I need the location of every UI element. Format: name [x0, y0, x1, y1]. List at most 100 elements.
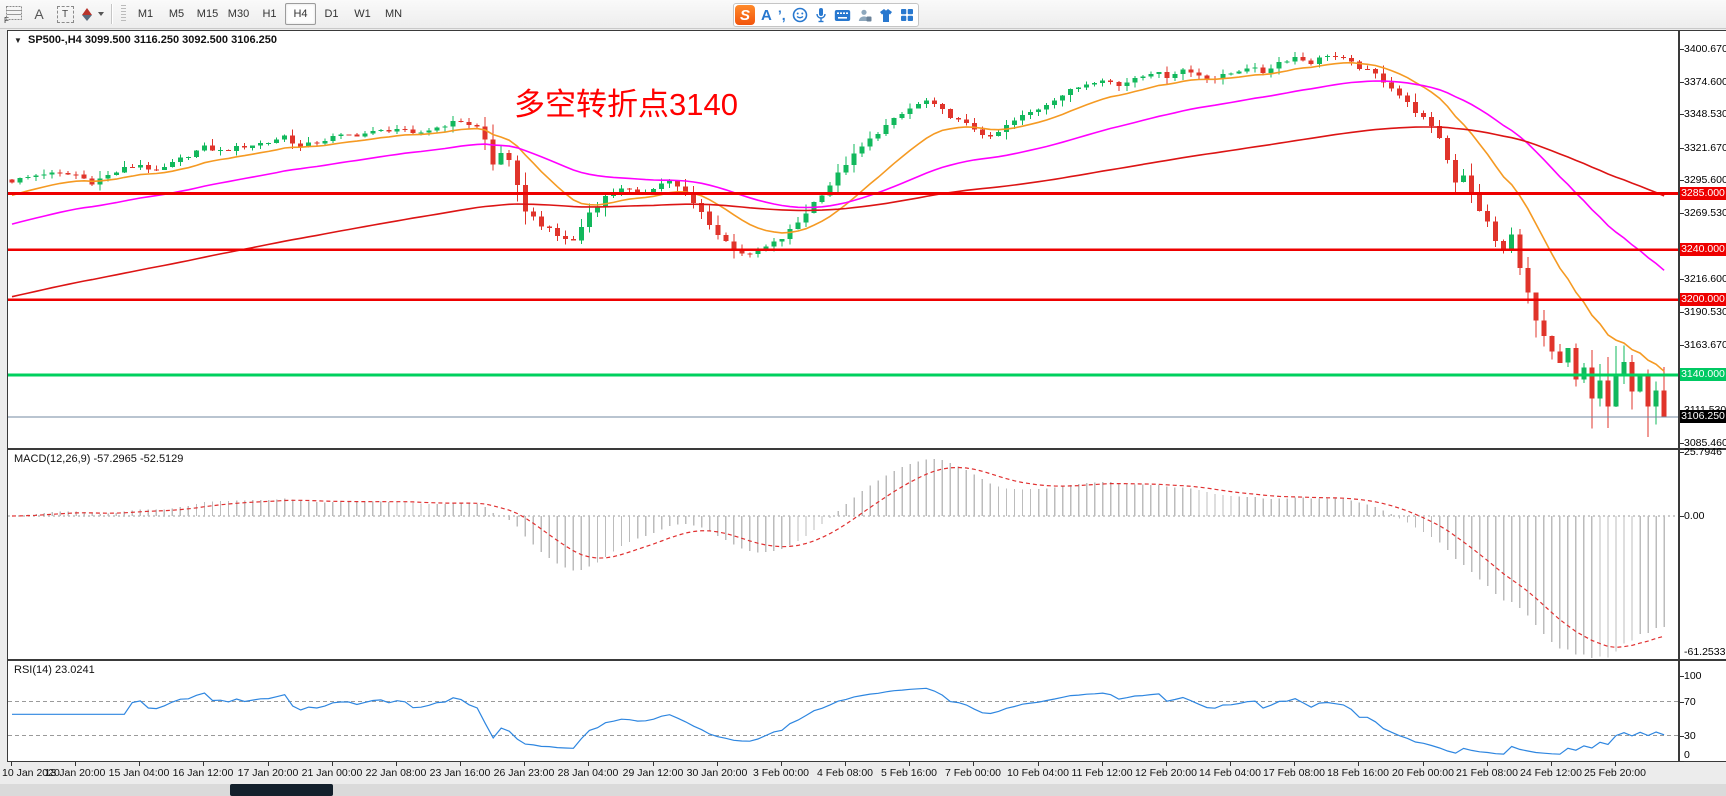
time-axis-label: 14 Feb 04:00 [1199, 767, 1261, 779]
rsi-tick: 70 [1684, 696, 1696, 708]
svg-text:F: F [4, 16, 9, 23]
ohlc-low: 3092.500 [182, 34, 228, 46]
text-label-icon: A [34, 6, 43, 22]
text-label-tool-button[interactable]: A [27, 2, 51, 26]
timeframe-w1[interactable]: W1 [347, 3, 378, 25]
price-level-badge: 3285.000 [1680, 187, 1726, 200]
time-axis-label: 13 Jan 20:00 [45, 767, 106, 779]
time-axis-label: 12 Feb 20:00 [1135, 767, 1197, 779]
time-tickmark [1166, 762, 1167, 766]
macd-axis: 25.7946 0.00 -61.2533 [1679, 449, 1726, 660]
time-axis-label: 11 Feb 12:00 [1071, 767, 1132, 779]
time-axis-label: 23 Jan 16:00 [430, 767, 491, 779]
time-tickmark [845, 762, 846, 766]
symbol-period: SP500-,H4 [28, 34, 82, 46]
macd-tick: -61.2533 [1684, 646, 1725, 658]
timeframe-m1[interactable]: M1 [130, 3, 161, 25]
price-tick: 3348.530 [1684, 108, 1726, 120]
macd-tick: 25.7946 [1684, 446, 1722, 458]
rsi-chart [8, 661, 1678, 761]
macd-signal-value: -52.5129 [140, 453, 183, 465]
rsi-tick: 30 [1684, 730, 1696, 742]
time-tickmark [1551, 762, 1552, 766]
price-tick: 3400.670 [1684, 43, 1726, 55]
arrows-icon [80, 7, 95, 22]
time-tickmark [1230, 762, 1231, 766]
ime-punctuation-icon[interactable]: ’, [778, 7, 786, 23]
timeframe-m15[interactable]: M15 [192, 3, 223, 25]
toolbar-separator [111, 4, 113, 24]
timeframe-h4[interactable]: H4 [285, 3, 316, 25]
price-level-badge: 3200.000 [1680, 293, 1726, 306]
macd-panel[interactable]: MACD(12,26,9) -57.2965 -52.5129 [7, 449, 1679, 660]
price-tick: 3295.600 [1684, 174, 1726, 186]
price-level-badge: 3240.000 [1680, 243, 1726, 256]
chevron-down-icon [98, 12, 104, 16]
sogou-logo-icon[interactable]: S [735, 5, 755, 25]
ime-toolbox-icon[interactable] [900, 8, 914, 22]
time-axis-label: 30 Jan 20:00 [687, 767, 748, 779]
price-level-badge: 3106.250 [1680, 410, 1726, 423]
fibonacci-icon: F [4, 6, 22, 23]
time-tickmark [460, 762, 461, 766]
price-tick: 3321.670 [1684, 142, 1726, 154]
mt4-window: F A T M1M5M15M30H1H4D1W1MN S A ’, [0, 0, 1726, 796]
ime-emoji-icon[interactable] [792, 7, 808, 23]
time-tickmark [203, 762, 204, 766]
time-axis-label: 4 Feb 08:00 [817, 767, 873, 779]
rsi-axis: 100 70 30 0 [1679, 660, 1726, 762]
time-axis-label: 17 Jan 20:00 [238, 767, 299, 779]
arrows-tool-button[interactable] [79, 2, 105, 26]
rsi-panel[interactable]: RSI(14) 23.0241 [7, 660, 1679, 762]
macd-chart [8, 450, 1678, 659]
toolbar-grip[interactable] [121, 5, 126, 23]
time-tickmark [973, 762, 974, 766]
fibonacci-tool-button[interactable]: F [1, 2, 25, 26]
price-axis: 3400.670 3374.600 3348.530 3321.670 3295… [1679, 30, 1726, 449]
chart-expander-icon[interactable]: ▼ [14, 36, 22, 45]
time-tickmark [1423, 762, 1424, 766]
time-axis-label: 28 Jan 04:00 [558, 767, 619, 779]
time-tickmark [1294, 762, 1295, 766]
toolbar: F A T M1M5M15M30H1H4D1W1MN S A ’, [0, 0, 1726, 29]
price-tick: 3190.530 [1684, 306, 1726, 318]
time-axis-label: 22 Jan 08:00 [366, 767, 427, 779]
ohlc-high: 3116.250 [134, 34, 179, 46]
ime-account-icon[interactable] [857, 8, 872, 23]
candlestick-chart [8, 31, 1678, 448]
time-tickmark [524, 762, 525, 766]
time-tickmark [1487, 762, 1488, 766]
timeframe-h1[interactable]: H1 [254, 3, 285, 25]
time-axis-label: 18 Feb 16:00 [1327, 767, 1389, 779]
time-axis-label: 10 Feb 04:00 [1007, 767, 1069, 779]
main-chart-panel[interactable]: ▼ SP500-,H4 3099.500 3116.250 3092.500 3… [7, 30, 1679, 449]
time-tickmark [781, 762, 782, 766]
timeframe-m5[interactable]: M5 [161, 3, 192, 25]
time-tickmark [717, 762, 718, 766]
ime-microphone-icon[interactable] [814, 7, 828, 23]
time-axis[interactable]: 10 Jan 2020 13 Jan 20:00 15 Jan 04:00 16… [0, 762, 1726, 784]
time-axis-label: 29 Jan 12:00 [623, 767, 684, 779]
time-axis-label: 5 Feb 16:00 [881, 767, 937, 779]
time-tickmark [139, 762, 140, 766]
time-axis-label: 17 Feb 08:00 [1263, 767, 1325, 779]
bottom-strip [0, 784, 1726, 796]
timeframe-m30[interactable]: M30 [223, 3, 254, 25]
time-tickmark [909, 762, 910, 766]
text-annotation: 多空转折点3140 [514, 79, 738, 124]
rsi-value: 23.0241 [55, 664, 95, 676]
taskbar-fragment[interactable] [230, 784, 333, 796]
ime-skin-icon[interactable] [878, 8, 894, 23]
time-tickmark [268, 762, 269, 766]
timeframe-d1[interactable]: D1 [316, 3, 347, 25]
timeframe-mn[interactable]: MN [378, 3, 409, 25]
ime-keyboard-icon[interactable] [834, 9, 851, 22]
ime-language-icon[interactable]: A [761, 7, 772, 24]
time-axis-label: 21 Jan 00:00 [302, 767, 363, 779]
time-tickmark [1615, 762, 1616, 766]
rsi-tick: 0 [1684, 749, 1690, 761]
time-tickmark [11, 762, 12, 766]
text-box-tool-button[interactable]: T [53, 2, 77, 26]
time-axis-label: 16 Jan 12:00 [173, 767, 234, 779]
time-tickmark [588, 762, 589, 766]
